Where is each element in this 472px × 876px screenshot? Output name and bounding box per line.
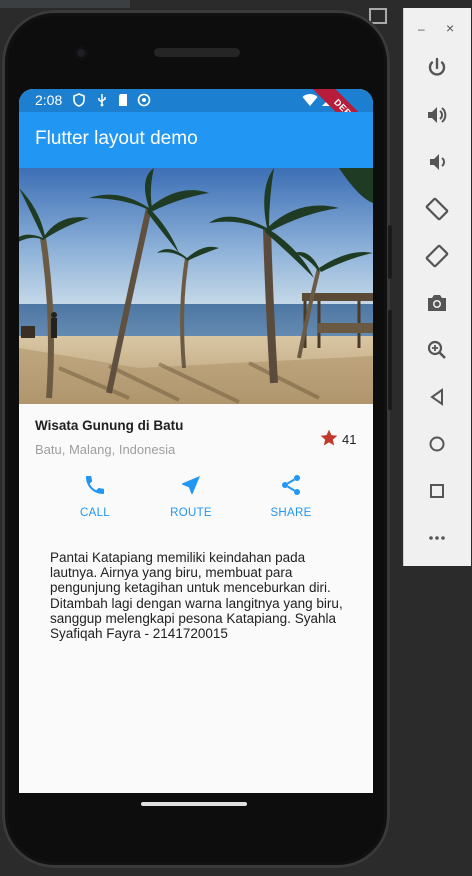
usb-icon (98, 94, 106, 107)
call-button[interactable]: CALL (55, 473, 135, 519)
sd-card-icon (119, 94, 127, 106)
favorite-count: 41 (342, 432, 357, 447)
share-icon (282, 475, 300, 495)
ide-background-strip (0, 0, 130, 8)
assistant-icon (137, 93, 151, 107)
navigation-icon (182, 476, 200, 494)
status-time: 2:08 (35, 92, 63, 108)
share-button[interactable]: SHARE (251, 473, 331, 519)
shield-icon (73, 93, 85, 107)
volume-down-icon[interactable] (425, 150, 449, 174)
earpiece-speaker (154, 48, 240, 57)
close-button[interactable]: × (446, 20, 454, 36)
device-frame: 2:08 DEBUG Flutter layout demo (2, 10, 392, 868)
route-button[interactable]: ROUTE (151, 473, 231, 519)
app-bar: Flutter layout demo (19, 112, 373, 168)
beach-illustration (19, 168, 373, 404)
front-camera (74, 46, 88, 60)
camera-icon[interactable] (425, 291, 449, 315)
emulator-toolbar: – × (403, 8, 471, 566)
minimize-button[interactable]: – (418, 22, 425, 36)
power-side-button (388, 225, 392, 279)
zoom-icon[interactable] (425, 338, 449, 362)
overview-icon[interactable] (425, 479, 449, 503)
phone-icon (86, 476, 104, 494)
route-label: ROUTE (170, 507, 212, 519)
place-location: Batu, Malang, Indonesia (35, 442, 176, 457)
share-label: SHARE (270, 507, 312, 519)
title-section: Wisata Gunung di Batu Batu, Malang, Indo… (19, 404, 373, 466)
place-name: Wisata Gunung di Batu (35, 418, 184, 433)
rotate-right-icon[interactable] (425, 244, 449, 268)
beach-image (19, 168, 373, 404)
status-bar: 2:08 DEBUG (19, 89, 373, 158)
power-icon[interactable] (425, 56, 449, 80)
more-icon[interactable] (425, 526, 449, 550)
call-label: CALL (80, 507, 110, 519)
volume-up-icon[interactable] (425, 103, 449, 127)
home-gesture-bar[interactable] (141, 802, 247, 806)
wifi-icon (302, 94, 318, 106)
device-screen: 2:08 DEBUG Flutter layout demo (19, 89, 373, 793)
app-bar-title: Flutter layout demo (35, 128, 198, 149)
rotate-left-icon[interactable] (425, 197, 449, 221)
description-text: Pantai Katapiang memiliki keindahan pada… (50, 550, 343, 642)
volume-side-button (388, 310, 392, 410)
star-icon[interactable] (319, 428, 339, 448)
back-icon[interactable] (425, 385, 449, 409)
home-icon[interactable] (425, 432, 449, 456)
